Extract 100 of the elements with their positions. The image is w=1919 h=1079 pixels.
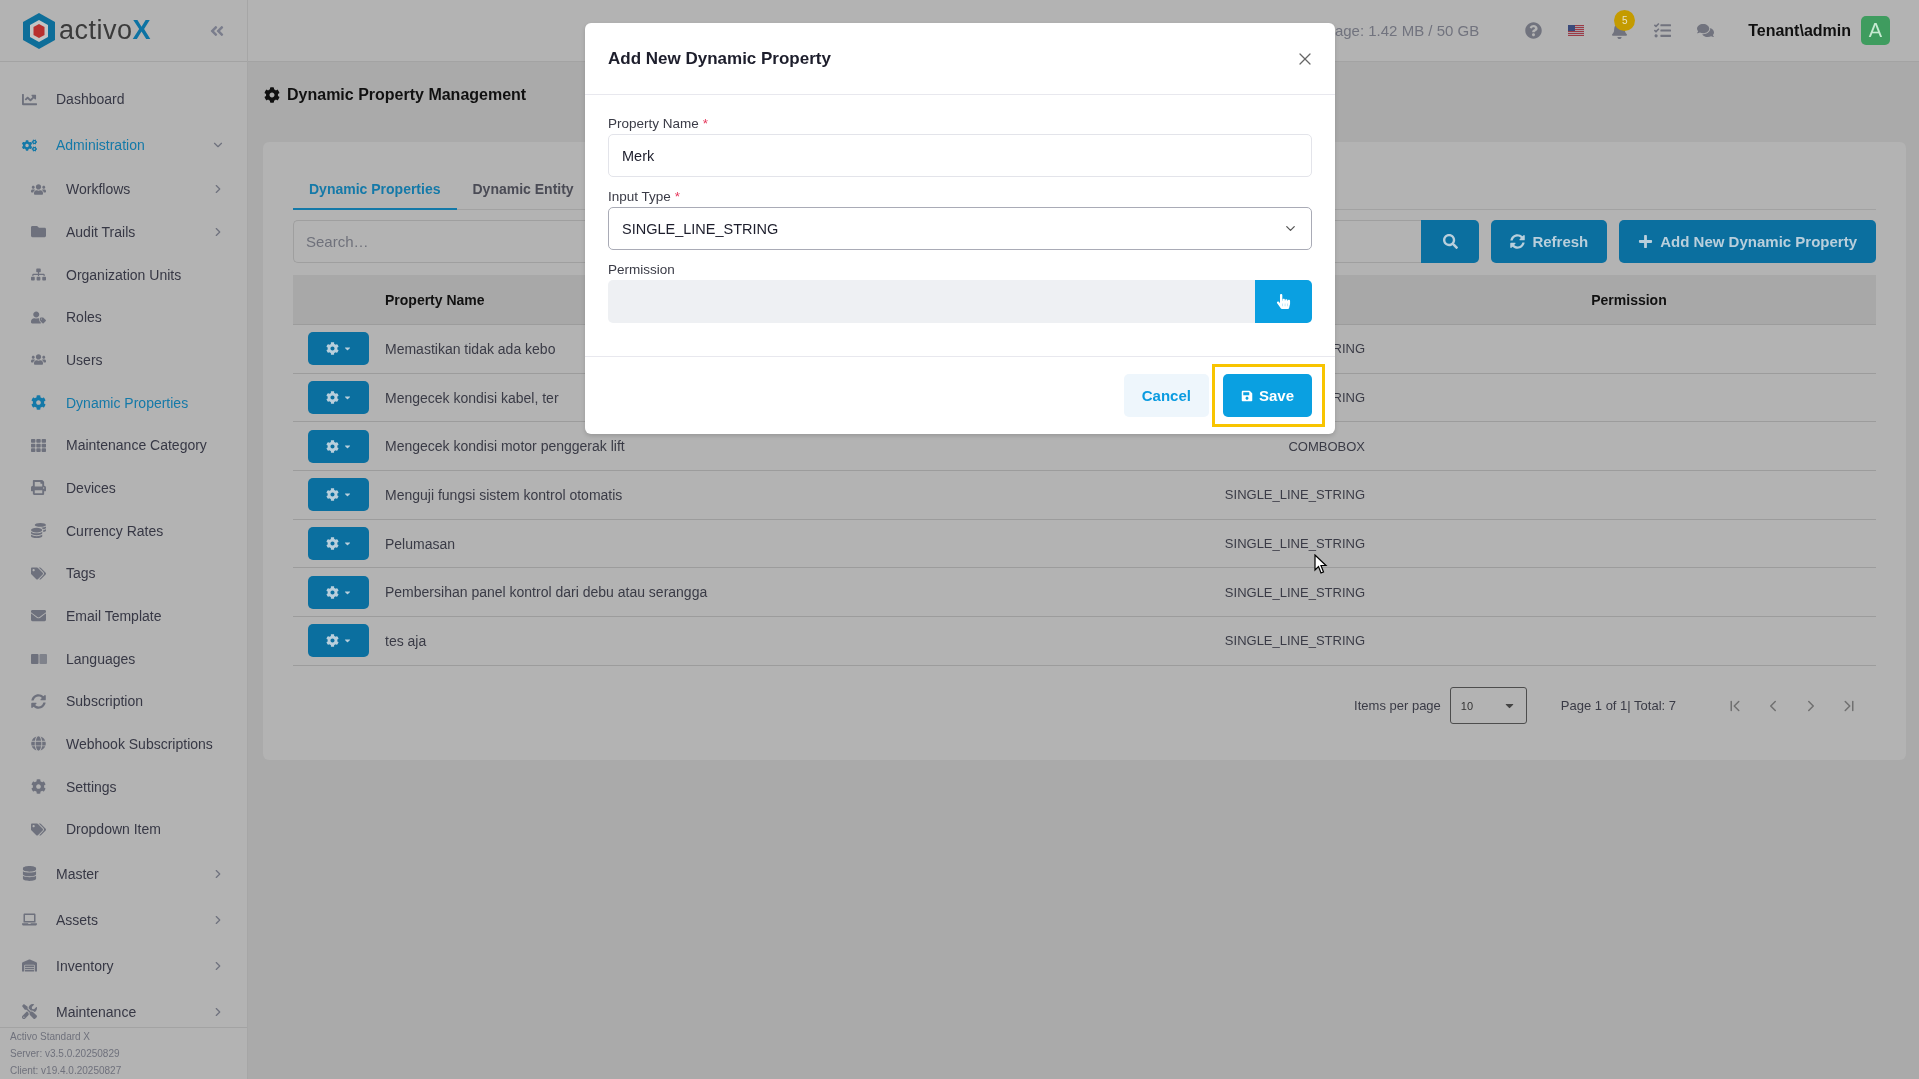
table-cell: SINGLE_LINE_STRING: [1224, 584, 1365, 600]
save-button[interactable]: Save: [1222, 374, 1312, 417]
column-header: Property Name: [385, 291, 486, 308]
gear-icon: [325, 585, 339, 599]
table-cell: SINGLE_LINE_STRING: [1224, 487, 1365, 503]
row-actions-button[interactable]: [308, 478, 369, 512]
row-actions-button[interactable]: [308, 624, 369, 658]
hand-pointer-icon: [1276, 294, 1291, 309]
printer-icon: [31, 480, 46, 496]
sync-icon: [31, 693, 46, 709]
table-cell: SINGLE_LINE_STRING: [1224, 536, 1365, 552]
gears-icon: [22, 137, 37, 153]
gear-icon: [31, 395, 46, 411]
sidebar-item[interactable]: Webhook Subscriptions: [0, 722, 247, 766]
sidebar-item[interactable]: Users: [0, 338, 247, 382]
chat-icon[interactable]: [1697, 22, 1715, 39]
logo-text: activoX: [59, 15, 152, 46]
sidebar-item[interactable]: Tags: [0, 551, 247, 595]
table-cell: tes aja: [385, 632, 427, 649]
envelope-icon: [31, 608, 46, 624]
grid-icon: [31, 437, 46, 453]
gear-icon: [325, 488, 339, 502]
help-icon[interactable]: [1525, 22, 1543, 39]
page-summary: Page 1 of 1| Total: 7: [1560, 698, 1676, 714]
mouse-cursor-icon: [1314, 554, 1328, 575]
sidebar-item[interactable]: Dashboard: [0, 76, 247, 122]
logo-icon: [22, 11, 56, 50]
laptop-icon: [22, 912, 37, 927]
flag-icon[interactable]: [1568, 25, 1585, 36]
dialog-title: Add New Dynamic Property: [608, 48, 831, 69]
table-cell: Pelumasan: [385, 535, 456, 552]
field-label: Input Type: [608, 188, 671, 204]
language-icon: [31, 653, 47, 664]
gear-icon: [325, 537, 339, 551]
plus-icon: [1638, 234, 1654, 249]
tools-icon: [22, 1004, 37, 1019]
chart-line-icon: [22, 91, 37, 107]
refresh-icon: [1510, 234, 1526, 249]
page-title: Dynamic Property Management: [287, 86, 527, 104]
table-cell: Mengecek kondisi motor penggerak lift: [385, 438, 625, 455]
users-icon: [31, 352, 46, 368]
storage-usage-text: age: 1.42 MB / 50 GB: [1334, 22, 1480, 39]
task-list-icon[interactable]: [1654, 22, 1672, 39]
sitemap-icon: [31, 267, 46, 283]
search-icon: [1442, 234, 1458, 249]
settings-icon: [31, 779, 46, 794]
gear-icon: [325, 634, 339, 648]
add-button[interactable]: Add New Dynamic Property: [1619, 220, 1876, 263]
tab[interactable]: Dynamic Entity: [456, 170, 590, 210]
gear-icon: [325, 391, 339, 405]
permission-field[interactable]: [608, 280, 1255, 323]
sidebar-item[interactable]: Master: [0, 850, 247, 897]
row-actions-button[interactable]: [308, 527, 369, 561]
row-actions-button[interactable]: [308, 429, 369, 463]
row-actions-button[interactable]: [308, 575, 369, 609]
sidebar-item[interactable]: Devices: [0, 466, 247, 510]
gear-icon: [325, 342, 339, 356]
column-header: Permission: [1590, 291, 1668, 308]
user-tag-icon: [31, 309, 46, 325]
items-per-page-label: Items per page: [1354, 698, 1441, 714]
version-text: Client: v19.4.0.20250827: [10, 1065, 123, 1076]
gear-icon: [264, 87, 280, 103]
table-cell: Mengecek kondisi kabel, ter: [385, 389, 559, 406]
table-cell: COMBOBOX: [1288, 438, 1365, 454]
field-label: Property Name: [608, 115, 699, 131]
sidebar-item[interactable]: Languages: [0, 637, 247, 680]
tags-icon: [31, 565, 46, 581]
table-cell: Memastikan tidak ada kebo: [385, 340, 556, 357]
sidebar-item[interactable]: Subscription: [0, 679, 247, 723]
user-name[interactable]: Tenant\admin: [1748, 21, 1851, 40]
row-actions-button[interactable]: [308, 381, 369, 415]
row-actions-button[interactable]: [308, 332, 369, 366]
text-field[interactable]: Merk: [608, 134, 1312, 177]
database-icon: [22, 866, 37, 881]
folder-icon: [31, 224, 46, 240]
sidebar-item[interactable]: Maintenance Category: [0, 423, 247, 467]
sidebar-item[interactable]: Currency Rates: [0, 509, 247, 552]
pick-button[interactable]: [1255, 280, 1312, 323]
sidebar-item[interactable]: Inventory: [0, 942, 247, 989]
refresh-button[interactable]: Refresh: [1491, 220, 1608, 263]
sidebar-item[interactable]: Assets: [0, 896, 247, 943]
search-button[interactable]: [1421, 220, 1480, 263]
sidebar-item[interactable]: Email Template: [0, 594, 247, 638]
sidebar-item[interactable]: Dropdown Item: [0, 807, 247, 851]
sidebar-item[interactable]: Maintenance: [0, 988, 247, 1027]
select-field[interactable]: SINGLE_LINE_STRING: [608, 207, 1312, 250]
version-text: Server: v3.5.0.20250829: [10, 1048, 121, 1059]
sidebar-item[interactable]: Roles: [0, 295, 247, 339]
sidebar-item[interactable]: Organization Units: [0, 253, 247, 296]
required-mark: *: [674, 188, 681, 204]
sidebar-item[interactable]: Workflows: [0, 168, 247, 211]
field-label: Permission: [608, 261, 675, 277]
tags-icon: [31, 821, 46, 837]
notification-badge: 5: [1614, 10, 1636, 31]
sidebar-item[interactable]: Audit Trails: [0, 210, 247, 254]
warehouse-icon: [22, 958, 37, 973]
table-cell: Pembersihan panel kontrol dari debu atau serangga: [385, 584, 708, 601]
globe-icon: [31, 736, 46, 752]
sidebar-item[interactable]: Settings: [0, 765, 247, 808]
page-size-select[interactable]: 10: [1449, 687, 1527, 725]
